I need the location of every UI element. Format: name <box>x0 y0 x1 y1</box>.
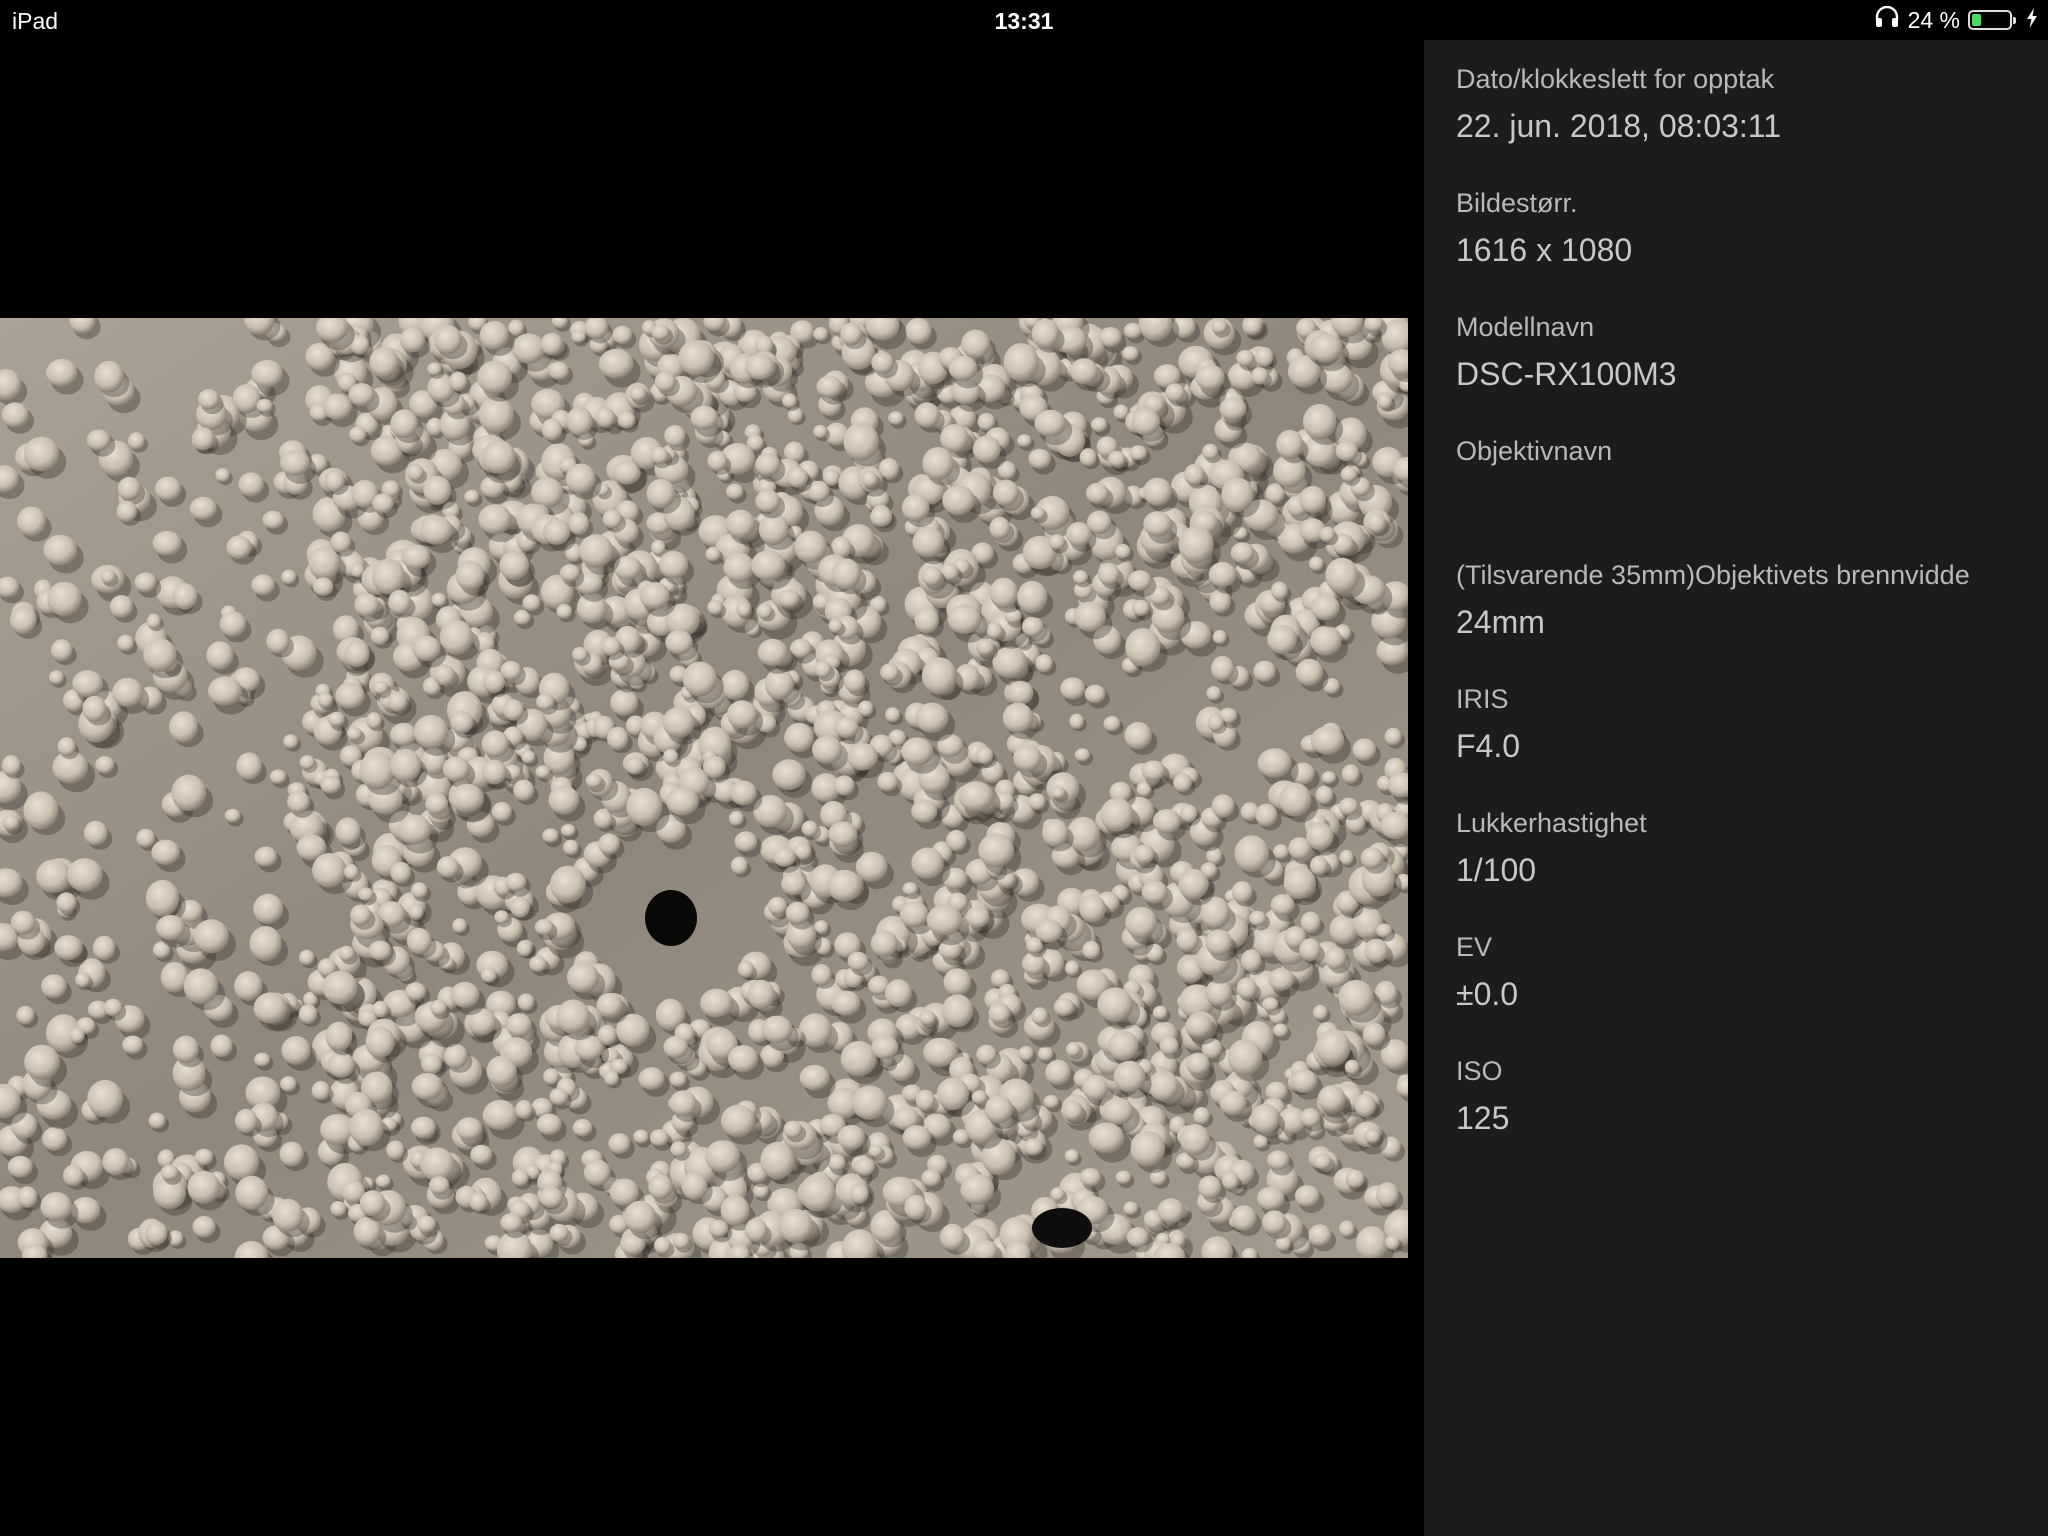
battery-fill <box>1972 14 1981 26</box>
status-time: 13:31 <box>994 8 1054 34</box>
info-label: Modellnavn <box>1456 312 1595 342</box>
info-item-ev: EV ±0.0 <box>1456 928 2048 1052</box>
info-label: EV <box>1456 932 1493 962</box>
info-value: 24mm <box>1456 604 1545 640</box>
info-value: 1616 x 1080 <box>1456 232 1633 268</box>
info-value: ±0.0 <box>1456 976 1519 1012</box>
charging-bolt-icon <box>2026 7 2038 34</box>
info-item-shutter: Lukkerhastighet 1/100 <box>1456 804 2048 928</box>
info-label: Bildestørr. <box>1456 188 1578 218</box>
screen: iPad 13:31 24 % Dato/klokkeslett for opp… <box>0 0 2048 1536</box>
info-item-iso: ISO 125 <box>1456 1052 2048 1176</box>
info-label: Lukkerhastighet <box>1456 808 1647 838</box>
info-item-iris: IRIS F4.0 <box>1456 680 2048 804</box>
info-label: Objektivnavn <box>1456 436 1613 466</box>
burrow-hole-2 <box>1032 1208 1092 1248</box>
info-item-focal-length: (Tilsvarende 35mm)Objektivets brennvidde… <box>1456 556 2048 680</box>
info-item-date: Dato/klokkeslett for opptak 22. jun. 201… <box>1456 60 2048 184</box>
info-label: IRIS <box>1456 684 1509 714</box>
battery-icon <box>1968 10 2016 30</box>
info-value: 22. jun. 2018, 08:03:11 <box>1456 108 1782 144</box>
info-item-lens: Objektivnavn <box>1456 432 2048 556</box>
info-value: 125 <box>1456 1100 1510 1136</box>
info-value: 1/100 <box>1456 852 1537 888</box>
battery-percent: 24 % <box>1907 6 1960 33</box>
info-item-image-size: Bildestørr. 1616 x 1080 <box>1456 184 2048 308</box>
info-item-model: Modellnavn DSC-RX100M3 <box>1456 308 2048 432</box>
info-panel: Dato/klokkeslett for opptak 22. jun. 201… <box>1424 40 2048 1536</box>
photo[interactable] <box>0 318 1408 1258</box>
info-value: DSC-RX100M3 <box>1456 356 1677 392</box>
headphones-icon <box>1874 5 1900 34</box>
status-right: 24 % <box>1874 5 2038 34</box>
info-label: (Tilsvarende 35mm)Objektivets brennvidde <box>1456 560 1970 590</box>
info-value: F4.0 <box>1456 728 1521 764</box>
burrow-hole <box>645 890 697 946</box>
status-bar: iPad 13:31 24 % <box>0 0 2048 40</box>
photo-image <box>0 318 1408 1258</box>
info-label: Dato/klokkeslett for opptak <box>1456 64 1775 94</box>
info-label: ISO <box>1456 1056 1503 1086</box>
